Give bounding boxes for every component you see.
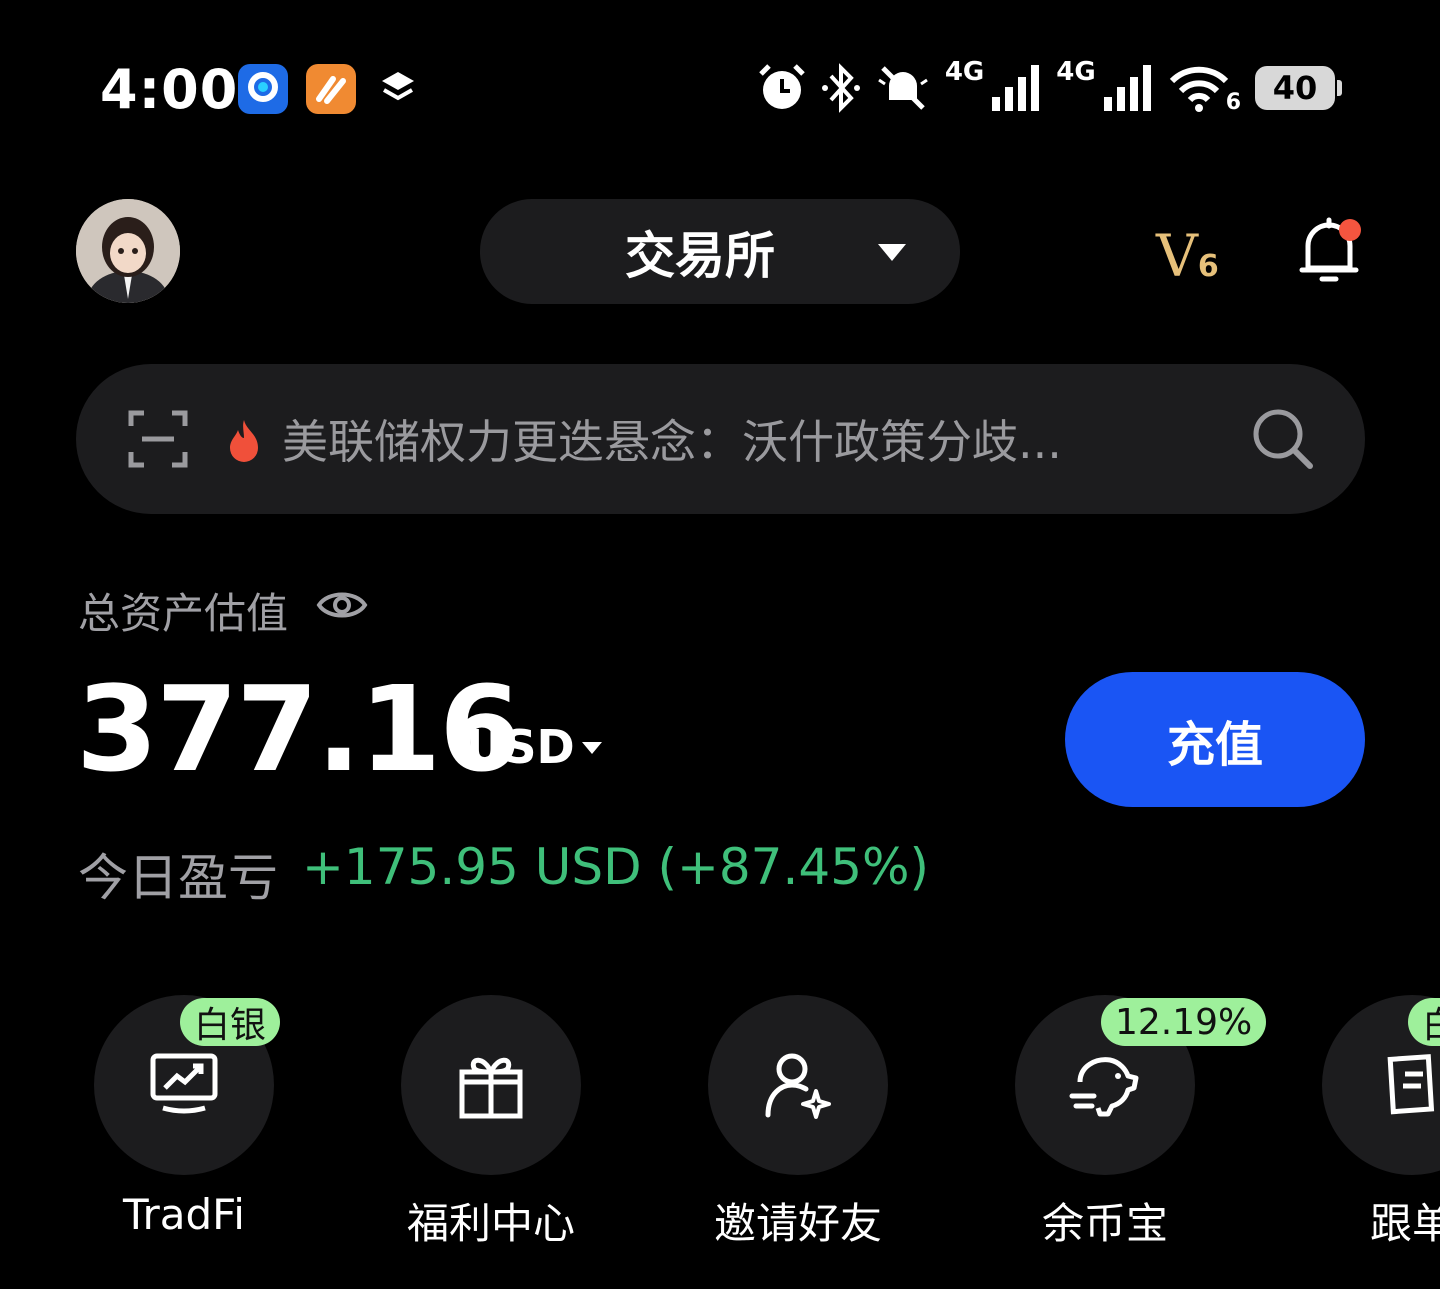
bluetooth-icon [821,63,860,113]
gift-icon [459,1057,523,1119]
alarm-icon [759,64,805,109]
network-type-2: 4G [1056,57,1096,87]
quick-item-rewards[interactable] [401,995,581,1175]
today-pnl-label: 今日盈亏 [78,849,278,907]
avatar[interactable] [76,199,180,303]
notification-dot [1339,219,1361,241]
network-type-1: 4G [944,57,985,87]
copy-trading-icon [1387,1054,1435,1115]
invite-friend-icon [765,1053,831,1119]
layers-icon [376,66,420,114]
app-icon-orange [306,64,356,114]
quick-item-label: 邀请好友 [713,1199,882,1248]
signal-icon [1103,65,1151,111]
battery-icon: 40 [1255,66,1342,110]
eye-icon[interactable] [316,584,368,630]
badge-savings-apy: 12.19% [1101,998,1267,1046]
quick-item-label: 跟单 [1369,1199,1440,1248]
chevron-down-icon [878,244,906,261]
quick-item-label: 余币宝 [1041,1199,1168,1248]
piggy-bank-icon [1069,1057,1139,1117]
battery-level: 40 [1272,69,1318,107]
total-assets-amount: 377.16 [76,660,521,798]
search-icon[interactable] [1252,408,1314,474]
total-assets-label: 总资产估值 [78,589,289,638]
quick-item-invite[interactable] [708,995,888,1175]
status-time: 4:00 [100,58,239,121]
search-hot-topic[interactable]: 美联储权力更迭悬念：沃什政策分歧... [282,406,1062,472]
chevron-down-icon[interactable] [582,742,602,754]
chart-monitor-icon [150,1053,218,1114]
status-icons: 4G 4G 6 40 [757,57,1342,118]
vip-letter: V [1156,222,1198,290]
vip-level-number: 6 [1197,249,1219,284]
wifi-icon [1169,66,1228,112]
today-pnl-value: +175.95 USD (+87.45%) [302,838,930,896]
scan-icon[interactable] [128,410,188,472]
fire-icon [224,418,264,468]
quick-item-label: TradFi [123,1190,245,1239]
currency-selector[interactable]: USD [466,720,575,774]
vip-badge[interactable]: V6 [1156,222,1219,290]
app-icon-blue [238,64,288,114]
mute-icon [877,66,928,110]
badge-tradfi: 白银 [180,998,281,1046]
exchange-label: 交易所 [625,226,775,285]
quick-item-label: 福利中心 [406,1199,575,1248]
deposit-button[interactable]: 充值 [1065,672,1365,807]
wifi-generation: 6 [1225,89,1241,115]
exchange-switcher[interactable]: 交易所 [480,199,960,304]
signal-icon [992,65,1040,111]
